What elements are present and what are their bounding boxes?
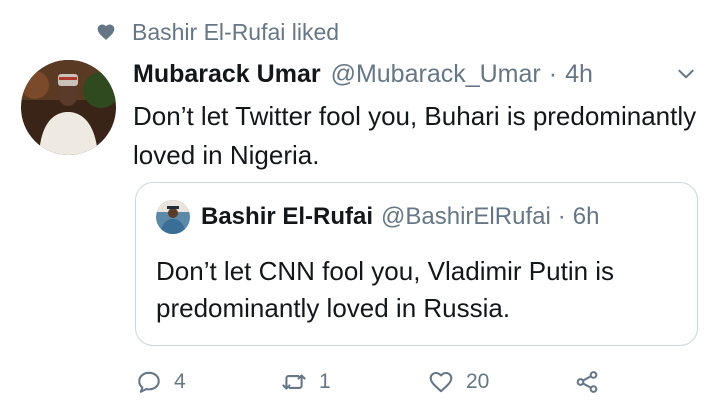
tweet-actions: 4 1 20 — [136, 364, 616, 400]
quoted-tweet-text: Don’t let CNN fool you, Vladimir Putin i… — [156, 256, 615, 323]
like-button[interactable]: 20 — [428, 364, 489, 400]
reply-button[interactable]: 4 — [136, 364, 186, 400]
avatar[interactable] — [21, 60, 116, 155]
quoted-avatar — [156, 200, 190, 234]
retweet-icon — [282, 374, 306, 390]
share-button[interactable] — [574, 364, 600, 400]
quoted-tweet[interactable]: Bashir El-Rufai @BashirElRufai · 6h Don’… — [135, 182, 698, 346]
tweet[interactable]: Mubarack Umar @Mubarack_Umar · 4h Don’t … — [133, 54, 703, 175]
social-context[interactable]: Bashir El-Rufai liked — [96, 16, 339, 48]
retweet-count: 1 — [319, 370, 331, 393]
retweet-button[interactable]: 1 — [281, 364, 331, 400]
tweet-header: Mubarack Umar @Mubarack_Umar · 4h — [133, 54, 703, 94]
quoted-timestamp: 6h — [572, 203, 600, 230]
chevron-down-icon[interactable] — [676, 64, 696, 84]
like-count: 20 — [466, 370, 490, 393]
share-icon — [576, 371, 598, 393]
heart-icon — [97, 24, 115, 40]
separator-dot: · — [557, 203, 566, 230]
display-name[interactable]: Mubarack Umar — [133, 60, 321, 89]
heart-outline-icon — [429, 371, 453, 393]
separator-dot: · — [548, 59, 558, 88]
reply-icon — [138, 371, 160, 393]
reply-count: 4 — [174, 370, 186, 393]
quoted-tweet-header: Bashir El-Rufai @BashirElRufai · 6h — [156, 200, 600, 234]
tweet-text: Don’t let Twitter fool you, Buhari is pr… — [133, 101, 697, 170]
quoted-user-handle: @BashirElRufai — [381, 203, 551, 230]
quoted-display-name: Bashir El-Rufai — [201, 203, 374, 230]
timestamp[interactable]: 4h — [565, 60, 593, 89]
liked-by-text: Bashir El-Rufai liked — [132, 18, 340, 45]
user-handle[interactable]: @Mubarack_Umar — [331, 60, 541, 89]
